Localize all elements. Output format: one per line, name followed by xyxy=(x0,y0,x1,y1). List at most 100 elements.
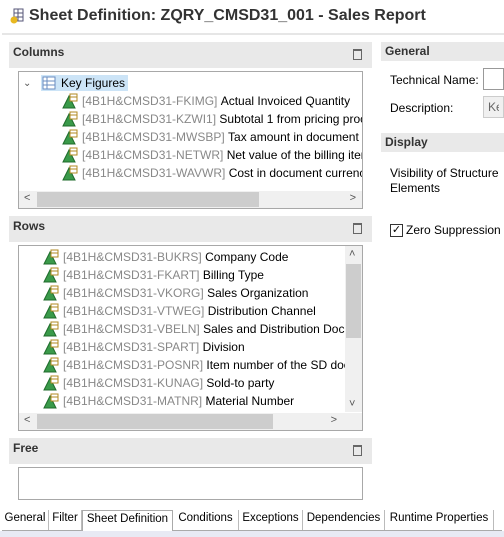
field-code: [4B1H&CMSD31-BUKRS] xyxy=(63,250,202,264)
tree-item[interactable]: [4B1H&CMSD31-MWSBP] Tax amount in docume… xyxy=(62,128,363,146)
horizontal-scrollbar[interactable]: < > xyxy=(19,191,362,208)
scroll-left-icon[interactable]: < xyxy=(24,192,30,204)
tab-dependencies[interactable]: Dependencies xyxy=(303,510,385,530)
field-label: Billing Type xyxy=(202,268,264,282)
scroll-up-icon[interactable]: ˄ xyxy=(349,248,355,260)
structure-icon xyxy=(42,76,56,90)
characteristic-icon xyxy=(62,165,78,181)
tab-filter[interactable]: Filter xyxy=(49,510,82,530)
tab-sheet-definition[interactable]: Sheet Definition xyxy=(82,510,173,531)
description-input[interactable] xyxy=(483,96,504,118)
tree-item[interactable]: [4B1H&CMSD31-VKORG] Sales Organization xyxy=(43,284,308,302)
scrollbar-thumb[interactable] xyxy=(37,414,273,429)
tab-exceptions[interactable]: Exceptions xyxy=(239,510,303,530)
title-separator xyxy=(2,33,504,35)
tree-item[interactable]: [4B1H&CMSD31-VTWEG] Distribution Channel xyxy=(43,302,316,320)
field-label: Cost in document currenc xyxy=(228,166,363,180)
characteristic-icon xyxy=(43,249,59,265)
scrollbar-thumb[interactable] xyxy=(346,264,361,338)
field-label: Actual Invoiced Quantity xyxy=(220,94,351,108)
characteristic-icon xyxy=(43,303,59,319)
tree-item[interactable]: [4B1H&CMSD31-SPART] Division xyxy=(43,338,245,356)
horizontal-scrollbar[interactable]: < > xyxy=(19,413,362,430)
field-label: Item number of the SD doc xyxy=(206,358,350,372)
maximize-icon[interactable] xyxy=(353,49,362,60)
visibility-label: Visibility of Structure Elements xyxy=(390,166,499,195)
characteristic-icon xyxy=(43,267,59,283)
field-label: Subtotal 1 from pricing proc xyxy=(219,112,363,126)
tab-runtime-properties[interactable]: Runtime Properties xyxy=(385,510,494,530)
free-list[interactable] xyxy=(18,467,363,500)
characteristic-icon xyxy=(43,375,59,391)
tree-item[interactable]: [4B1H&CMSD31-VBELN] Sales and Distributi… xyxy=(43,320,351,338)
scroll-right-icon[interactable]: > xyxy=(350,192,356,204)
characteristic-icon xyxy=(62,147,78,163)
columns-header-label: Columns xyxy=(13,45,65,59)
characteristic-icon xyxy=(43,321,59,337)
tree-item[interactable]: [4B1H&CMSD31-FKART] Billing Type xyxy=(43,266,264,284)
display-section-header: Display xyxy=(381,133,504,152)
field-label: Sales Organization xyxy=(207,286,309,300)
general-section-header: General xyxy=(381,42,504,61)
display-header-label: Display xyxy=(385,135,428,149)
columns-section-header: Columns xyxy=(9,42,372,68)
rows-section-header: Rows xyxy=(9,216,372,242)
field-label: Sold-to party xyxy=(206,376,275,390)
field-code: [4B1H&CMSD31-WAVWR] xyxy=(82,166,226,180)
characteristic-icon xyxy=(43,393,59,409)
field-code: [4B1H&CMSD31-VKORG] xyxy=(63,286,204,300)
editor-tabs: General Filter Sheet Definition Conditions E… xyxy=(2,510,502,531)
rows-header-label: Rows xyxy=(13,219,46,233)
maximize-icon[interactable] xyxy=(353,223,362,234)
tree-item[interactable]: [4B1H&CMSD31-NETWR] Net value of the bil… xyxy=(62,146,363,164)
field-code: [4B1H&CMSD31-POSNR] xyxy=(63,358,204,372)
general-header-label: General xyxy=(385,44,430,58)
field-label: Net value of the billing iter xyxy=(226,148,363,162)
characteristic-icon xyxy=(62,129,78,145)
tab-conditions[interactable]: Conditions xyxy=(173,510,239,530)
zero-suppression-label: Zero Suppression xyxy=(406,223,501,237)
field-label: Material Number xyxy=(205,394,295,408)
scroll-right-icon[interactable]: > xyxy=(331,414,337,426)
tree-item[interactable]: [4B1H&CMSD31-WAVWR] Cost in document cur… xyxy=(62,164,363,182)
field-code: [4B1H&CMSD31-FKIMG] xyxy=(82,94,218,108)
scrollbar-thumb[interactable] xyxy=(37,192,259,207)
tree-item[interactable]: [4B1H&CMSD31-MATNR] Material Number xyxy=(43,392,294,410)
field-code: [4B1H&CMSD31-MATNR] xyxy=(63,394,203,408)
field-code: [4B1H&CMSD31-KUNAG] xyxy=(63,376,204,390)
tree-item[interactable]: [4B1H&CMSD31-FKIMG] Actual Invoiced Quan… xyxy=(62,92,350,110)
technical-name-input[interactable] xyxy=(483,68,504,90)
columns-tree[interactable]: [4B1H&CMSD31-WAVWR] Cost in document cur… xyxy=(18,71,363,209)
tree-item[interactable]: [4B1H&CMSD31-POSNR] Item number of the S… xyxy=(43,356,350,374)
tree-item[interactable]: [4B1H&CMSD31-BUKRS] Company Code xyxy=(43,248,288,266)
scroll-down-icon[interactable]: ˅ xyxy=(349,398,355,410)
checkbox-checked-icon[interactable]: ✓ xyxy=(390,223,403,237)
sheet-icon xyxy=(10,8,24,24)
characteristic-icon xyxy=(62,111,78,127)
tree-item[interactable]: [4B1H&CMSD31-KUNAG] Sold-to party xyxy=(43,374,274,392)
field-code: [4B1H&CMSD31-MWSBP] xyxy=(82,130,225,144)
tree-node-key-figures[interactable]: ⌄ Key Figures xyxy=(23,74,129,92)
field-code: [4B1H&CMSD31-VTWEG] xyxy=(63,304,205,318)
vertical-scrollbar[interactable]: ˄ ˅ xyxy=(345,246,362,412)
zero-suppression-checkbox[interactable]: ✓ Zero Suppression xyxy=(390,223,501,237)
scroll-left-icon[interactable]: < xyxy=(24,414,30,426)
field-code: [4B1H&CMSD31-FKART] xyxy=(63,268,200,282)
field-label: Division xyxy=(202,340,245,354)
rows-tree[interactable]: [4B1H&CMSD31-MATNR] Material Number [4B1H… xyxy=(18,245,363,431)
field-label: Tax amount in document c xyxy=(228,130,363,144)
maximize-icon[interactable] xyxy=(353,445,362,456)
field-code: [4B1H&CMSD31-NETWR] xyxy=(82,148,224,162)
tree-node-label: Key Figures xyxy=(61,76,126,90)
field-label: Sales and Distribution Docu xyxy=(203,322,352,336)
field-label: Company Code xyxy=(205,250,289,264)
description-label: Description: xyxy=(390,101,454,115)
tree-item[interactable]: [4B1H&CMSD31-KZWI1] Subtotal 1 from pric… xyxy=(62,110,363,128)
field-code: [4B1H&CMSD31-VBELN] xyxy=(63,322,200,336)
page-title: Sheet Definition: ZQRY_CMSD31_001 - Sale… xyxy=(10,7,426,25)
tab-general[interactable]: General xyxy=(2,510,49,530)
technical-name-label: Technical Name: xyxy=(390,73,479,87)
free-section-header: Free xyxy=(9,438,372,464)
bottom-bar xyxy=(0,531,504,537)
chevron-down-icon[interactable]: ⌄ xyxy=(23,78,41,89)
